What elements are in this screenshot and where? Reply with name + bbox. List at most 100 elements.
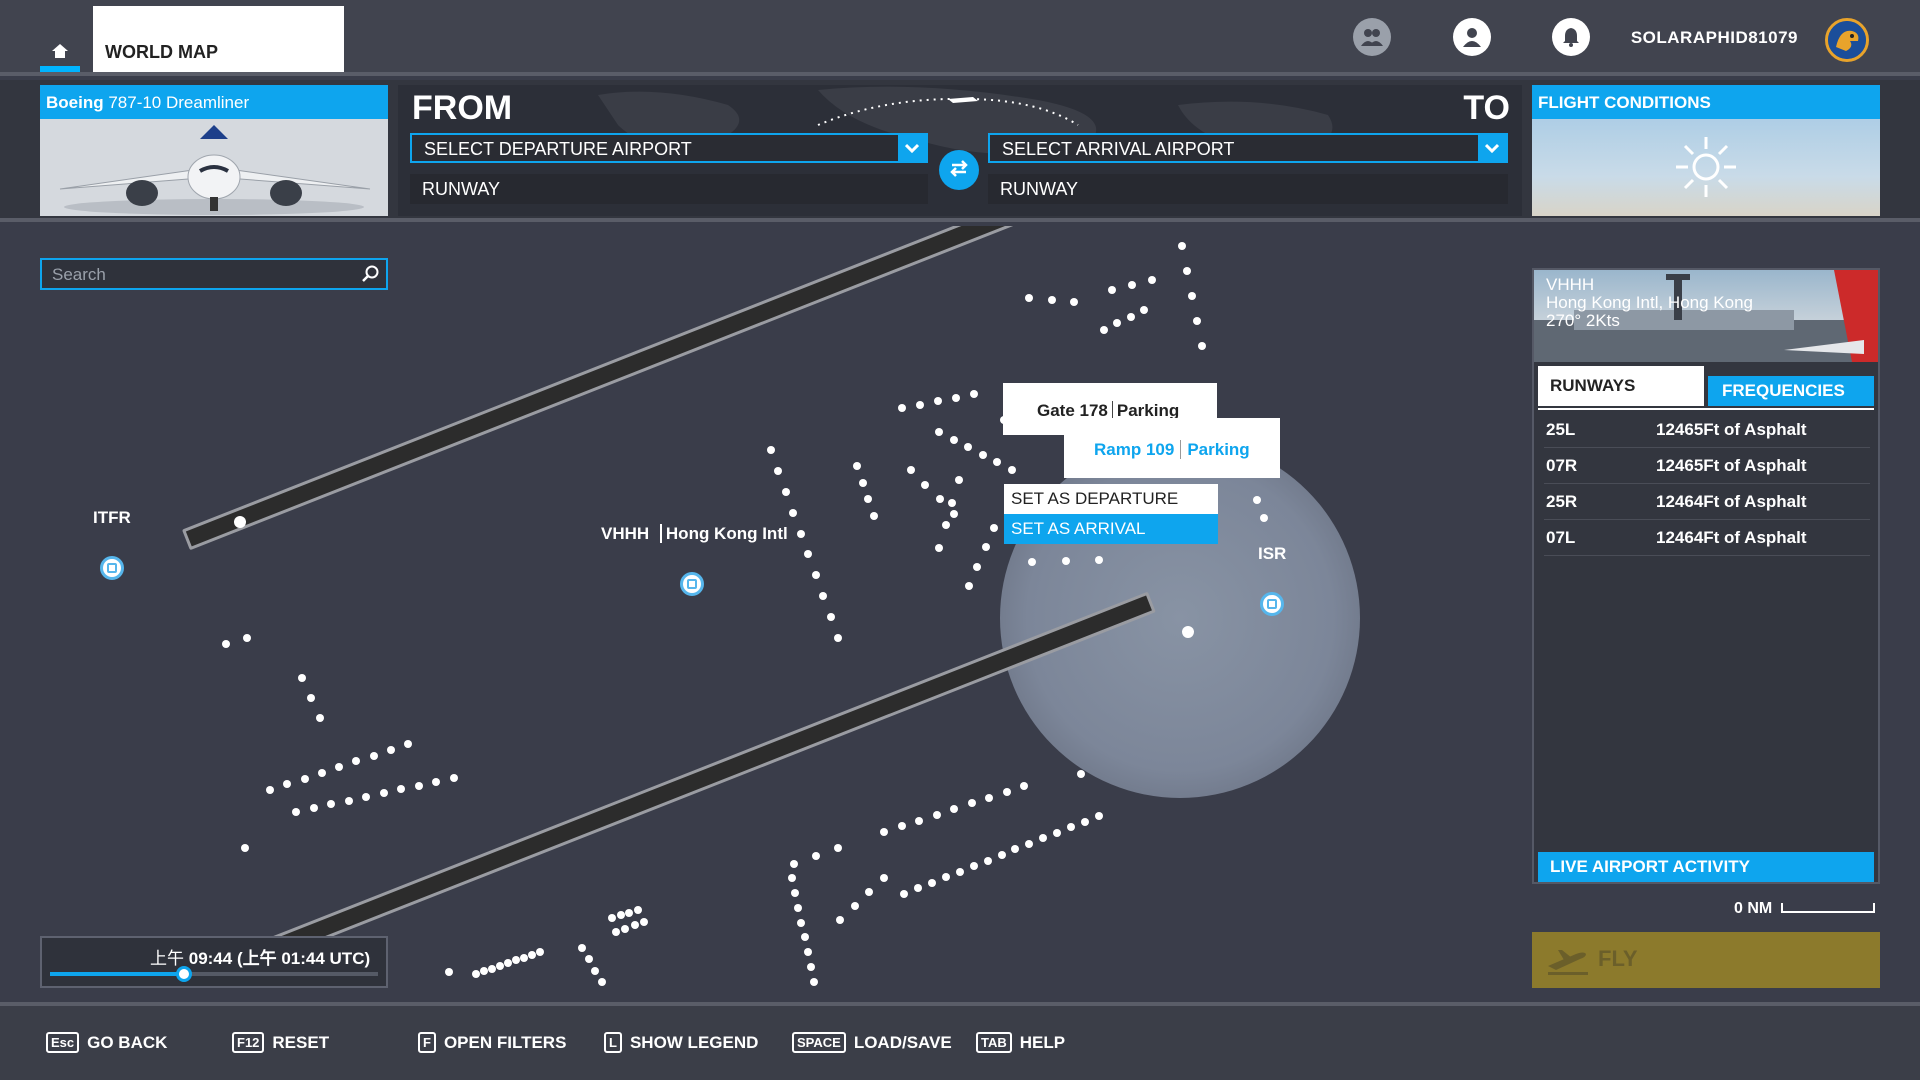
search-icon[interactable] xyxy=(362,265,380,288)
parking-stand-dot[interactable] xyxy=(1047,296,1056,304)
parking-stand-dot[interactable] xyxy=(317,768,326,777)
parking-stand-dot[interactable] xyxy=(864,495,873,504)
parking-stand-dot[interactable] xyxy=(834,634,842,642)
parking-stand-dot[interactable] xyxy=(621,924,630,933)
parking-stand-dot[interactable] xyxy=(292,808,300,816)
parking-stand-dot[interactable] xyxy=(907,466,915,474)
parking-stand-dot[interactable] xyxy=(327,800,336,809)
itfr-airport-icon[interactable] xyxy=(100,556,124,580)
avatar[interactable] xyxy=(1825,18,1869,62)
parking-stand-dot[interactable] xyxy=(362,792,371,801)
parking-stand-dot[interactable] xyxy=(445,968,453,976)
friends-icon[interactable] xyxy=(1353,18,1391,56)
parking-stand-dot[interactable] xyxy=(900,890,908,898)
parking-stand-dot[interactable] xyxy=(796,529,805,538)
parking-stand-dot[interactable] xyxy=(983,856,992,865)
departure-runway-select[interactable]: RUNWAY xyxy=(410,174,928,204)
parking-stand-dot[interactable] xyxy=(335,763,343,771)
parking-stand-dot[interactable] xyxy=(941,521,950,530)
parking-stand-dot[interactable] xyxy=(591,966,600,975)
parking-stand-dot[interactable] xyxy=(973,562,982,571)
tab-world-map[interactable]: WORLD MAP xyxy=(93,6,344,72)
parking-stand-dot[interactable] xyxy=(625,908,634,917)
open-filters-button[interactable]: F OPEN FILTERS xyxy=(418,1032,566,1053)
parking-stand-dot[interactable] xyxy=(804,550,813,559)
time-slider-handle[interactable] xyxy=(176,966,193,982)
parking-stand-dot[interactable] xyxy=(1198,342,1206,350)
parking-stand-dot[interactable] xyxy=(1020,782,1028,790)
parking-stand-dot[interactable] xyxy=(432,777,441,786)
runway-row[interactable]: 07L 12464Ft of Asphalt xyxy=(1544,520,1870,556)
parking-stand-dot[interactable] xyxy=(1253,496,1261,504)
parking-stand-dot[interactable] xyxy=(640,918,648,926)
parking-stand-dot[interactable] xyxy=(584,955,593,964)
parking-stand-dot[interactable] xyxy=(1140,306,1148,314)
parking-stand-dot[interactable] xyxy=(950,510,958,518)
parking-stand-dot[interactable] xyxy=(955,476,963,484)
go-back-button[interactable]: Esc GO BACK xyxy=(46,1032,167,1053)
parking-stand-dot[interactable] xyxy=(935,495,944,504)
parking-stand-dot[interactable] xyxy=(1128,281,1136,289)
parking-stand-dot[interactable] xyxy=(369,751,378,760)
parking-stand-dot[interactable] xyxy=(1081,817,1090,826)
aircraft-card[interactable]: Boeing 787-10 Dreamliner xyxy=(40,85,388,216)
parking-stand-dot[interactable] xyxy=(496,961,504,970)
parking-stand-dot[interactable] xyxy=(935,544,943,552)
username[interactable]: SOLARAPHID81079 xyxy=(1631,28,1798,48)
parking-stand-dot[interactable] xyxy=(298,674,306,682)
parking-stand-dot[interactable] xyxy=(858,478,867,487)
parking-stand-dot[interactable] xyxy=(243,634,251,642)
parking-stand-dot[interactable] xyxy=(1067,823,1076,832)
parking-stand-dot[interactable] xyxy=(921,480,930,489)
parking-stand-dot[interactable] xyxy=(967,799,976,808)
runway-row[interactable]: 25R 12464Ft of Asphalt xyxy=(1544,484,1870,520)
parking-stand-dot[interactable] xyxy=(266,786,274,794)
parking-stand-dot[interactable] xyxy=(997,851,1006,859)
parking-stand-dot[interactable] xyxy=(1028,558,1036,566)
parking-stand-dot[interactable] xyxy=(414,781,423,790)
parking-stand-dot[interactable] xyxy=(1053,828,1062,837)
runway-row[interactable]: 25L 12465Ft of Asphalt xyxy=(1544,412,1870,448)
parking-stand-dot[interactable] xyxy=(520,953,528,962)
parking-stand-dot[interactable] xyxy=(488,964,496,973)
parking-stand-dot[interactable] xyxy=(913,884,922,893)
parking-stand-dot[interactable] xyxy=(774,466,783,475)
parking-stand-dot[interactable] xyxy=(915,816,923,825)
tab-runways[interactable]: RUNWAYS xyxy=(1538,366,1704,406)
tab-frequencies[interactable]: FREQUENCIES xyxy=(1708,376,1874,406)
load-save-button[interactable]: SPACE LOAD/SAVE xyxy=(792,1032,952,1053)
parking-stand-dot[interactable] xyxy=(316,714,324,722)
parking-stand-dot[interactable] xyxy=(1126,312,1135,321)
parking-stand-dot[interactable] xyxy=(836,916,844,924)
parking-stand-dot[interactable] xyxy=(1070,298,1078,306)
parking-stand-dot[interactable] xyxy=(608,914,616,922)
arrival-runway-select[interactable]: RUNWAY xyxy=(988,174,1508,204)
parking-stand-dot[interactable] xyxy=(826,613,835,622)
parking-stand-dot[interactable] xyxy=(1095,812,1103,820)
parking-stand-dot[interactable] xyxy=(504,959,512,967)
parking-stand-dot[interactable] xyxy=(800,933,809,942)
parking-stand-dot[interactable] xyxy=(812,852,820,860)
parking-stand-dot[interactable] xyxy=(806,963,815,972)
parking-stand-dot[interactable] xyxy=(397,785,406,794)
parking-stand-dot[interactable] xyxy=(598,978,606,986)
arrival-airport-select[interactable]: SELECT ARRIVAL AIRPORT xyxy=(988,133,1508,163)
parking-stand-dot[interactable] xyxy=(993,458,1002,467)
parking-stand-dot[interactable] xyxy=(222,640,230,648)
parking-stand-dot[interactable] xyxy=(791,888,800,897)
parking-stand-dot[interactable] xyxy=(1148,276,1156,284)
isr-airport-icon[interactable] xyxy=(1260,592,1284,616)
parking-stand-dot[interactable] xyxy=(790,860,798,868)
set-as-departure-button[interactable]: SET AS DEPARTURE xyxy=(1004,484,1218,514)
parking-stand-dot[interactable] xyxy=(1108,286,1116,294)
parking-stand-dot[interactable] xyxy=(810,978,818,986)
parking-stand-dot[interactable] xyxy=(1008,466,1016,474)
parking-stand-dot[interactable] xyxy=(1178,242,1186,250)
parking-stand-dot[interactable] xyxy=(789,508,798,517)
parking-stand-dot[interactable] xyxy=(767,446,775,454)
departure-airport-select[interactable]: SELECT DEPARTURE AIRPORT xyxy=(410,133,928,163)
parking-stand-dot[interactable] xyxy=(834,844,842,852)
parking-stand-dot[interactable] xyxy=(880,828,888,836)
parking-stand-dot[interactable] xyxy=(634,906,642,914)
parking-stand-dot[interactable] xyxy=(819,592,828,601)
